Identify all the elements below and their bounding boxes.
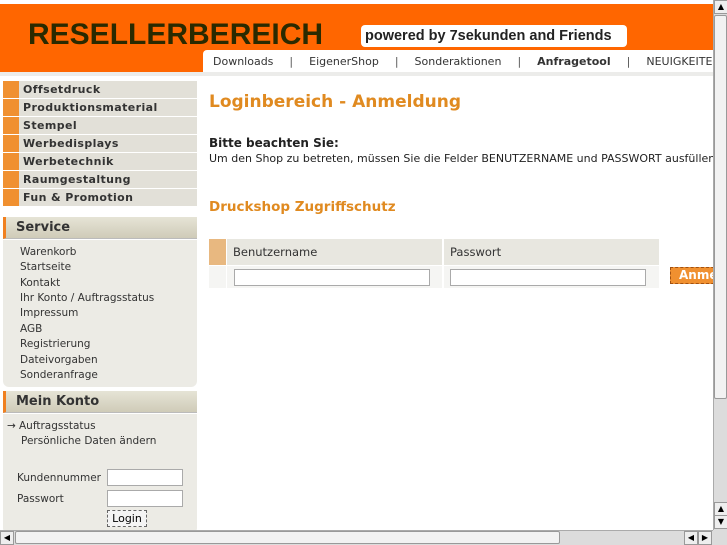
- category-werbetechnik[interactable]: Werbetechnik Digitaldruck: [3, 153, 197, 185]
- category-offsetdruck[interactable]: Offsetdruck: [3, 81, 197, 98]
- service-heading: Service: [3, 217, 197, 239]
- password-input[interactable]: [450, 269, 646, 286]
- category-fun-promotion[interactable]: Fun & Promotion: [3, 189, 197, 206]
- link-kontakt[interactable]: Kontakt: [20, 277, 60, 289]
- divider: |: [394, 54, 399, 68]
- category-produktionsmaterial[interactable]: Produktionsmaterial: [3, 99, 197, 116]
- horizontal-scroll-thumb[interactable]: [15, 531, 560, 544]
- header: RESELLERBEREICH powered by 7sekunden and…: [0, 4, 713, 72]
- nav-anfragetool[interactable]: Anfragetool: [537, 55, 610, 68]
- login-button[interactable]: Login: [107, 510, 147, 527]
- link-registrierung[interactable]: Registrierung: [20, 338, 90, 350]
- page-viewport: RESELLERBEREICH powered by 7sekunden and…: [0, 0, 713, 530]
- link-persoenliche-daten[interactable]: Persönliche Daten ändern: [21, 435, 156, 447]
- scroll-down-icon[interactable]: ▼: [714, 515, 727, 529]
- link-warenkorb[interactable]: Warenkorb: [20, 246, 76, 258]
- section-title: Druckshop Zugriffschutz: [209, 199, 396, 215]
- divider: |: [289, 54, 294, 68]
- note-title: Bitte beachten Sie:: [209, 136, 339, 150]
- username-input[interactable]: [234, 269, 430, 286]
- col-benutzername: Benutzername: [227, 239, 442, 265]
- link-auftragsstatus[interactable]: Auftragsstatus: [19, 420, 96, 432]
- link-impressum[interactable]: Impressum: [20, 307, 78, 319]
- divider: [0, 72, 713, 76]
- scroll-up-icon[interactable]: ▲: [714, 0, 727, 14]
- konto-heading: Mein Konto: [3, 391, 197, 413]
- sidebar-password-input[interactable]: [107, 490, 183, 507]
- passwort-label: Passwort: [17, 493, 64, 505]
- link-sonderanfrage[interactable]: Sonderanfrage: [20, 369, 98, 381]
- service-box: Warenkorb Startseite Kontakt Ihr Konto /…: [3, 240, 197, 387]
- anmelden-button[interactable]: Anmelden: [670, 267, 713, 284]
- scroll-up-icon[interactable]: ▲: [714, 502, 727, 516]
- kundennummer-input[interactable]: [107, 469, 183, 486]
- kundennummer-label: Kundennummer: [17, 472, 101, 484]
- nav-sonderaktionen[interactable]: Sonderaktionen: [415, 55, 502, 68]
- scroll-right-icon[interactable]: ▶: [698, 531, 712, 545]
- category-raumgestaltung[interactable]: Raumgestaltung: [3, 171, 197, 188]
- row-marker-cell: [209, 266, 226, 288]
- scroll-left-icon[interactable]: ◀: [0, 531, 14, 545]
- logo: RESELLERBEREICH: [28, 18, 324, 51]
- arrow-icon: →: [7, 420, 16, 432]
- nav-eigenershop[interactable]: EigenerShop: [309, 55, 379, 68]
- scrollbar-corner: [713, 530, 727, 545]
- nav-neuigkeiten[interactable]: NEUIGKEITEN: [646, 55, 713, 68]
- link-konto[interactable]: Ihr Konto / Auftragsstatus: [20, 292, 154, 304]
- link-startseite[interactable]: Startseite: [20, 261, 71, 273]
- horizontal-scrollbar[interactable]: ◀ ◀ ▶: [0, 530, 713, 545]
- note-text: Um den Shop zu betreten, müssen Sie die …: [209, 152, 713, 165]
- link-dateivorgaben[interactable]: Dateivorgaben: [20, 354, 98, 366]
- link-agb[interactable]: AGB: [20, 323, 42, 335]
- divider: |: [626, 54, 631, 68]
- divider: |: [517, 54, 522, 68]
- nav-downloads[interactable]: Downloads: [213, 55, 273, 68]
- page-title: Loginbereich - Anmeldung: [209, 92, 461, 112]
- category-werbedisplays[interactable]: Werbedisplays: [3, 135, 197, 152]
- login-form: Benutzername Passwort: [209, 239, 659, 289]
- col-passwort: Passwort: [444, 239, 659, 265]
- top-nav: Downloads | EigenerShop | Sonderaktionen | …: [203, 50, 713, 72]
- vertical-scroll-thumb[interactable]: [714, 15, 727, 399]
- vertical-scrollbar[interactable]: ▲ ▲ ▼: [713, 0, 727, 530]
- category-stempel[interactable]: Stempel: [3, 117, 197, 134]
- scroll-left-icon[interactable]: ◀: [684, 531, 698, 545]
- powered-by-badge: powered by 7sekunden and Friends: [361, 25, 627, 47]
- row-marker: [209, 239, 226, 265]
